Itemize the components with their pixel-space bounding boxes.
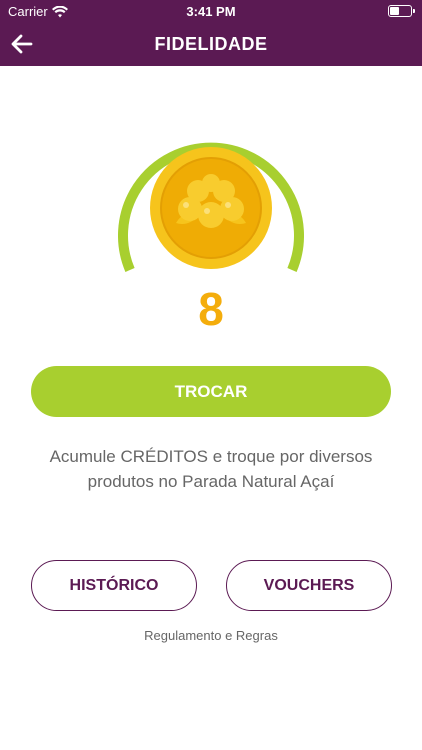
page-title: FIDELIDADE — [154, 34, 268, 54]
historico-button[interactable]: HISTÓRICO — [31, 560, 197, 611]
acai-coin-icon — [118, 142, 304, 272]
trocar-button[interactable]: TROCAR — [31, 366, 391, 417]
loyalty-description: Acumule CRÉDITOS e troque por diversos p… — [49, 447, 373, 491]
battery-icon — [388, 5, 415, 17]
status-bar: Carrier 3:41 PM — [0, 0, 422, 22]
app-header: Carrier 3:41 PM FIDELIDADE — [0, 0, 422, 66]
loyalty-badge — [118, 115, 304, 285]
status-time: 3:41 PM — [186, 4, 236, 19]
nav-bar: FIDELIDADE — [0, 22, 422, 66]
points-balance: 8 — [198, 283, 224, 335]
vouchers-button[interactable]: VOUCHERS — [226, 560, 392, 611]
rules-link[interactable]: Regulamento e Regras — [0, 628, 422, 643]
